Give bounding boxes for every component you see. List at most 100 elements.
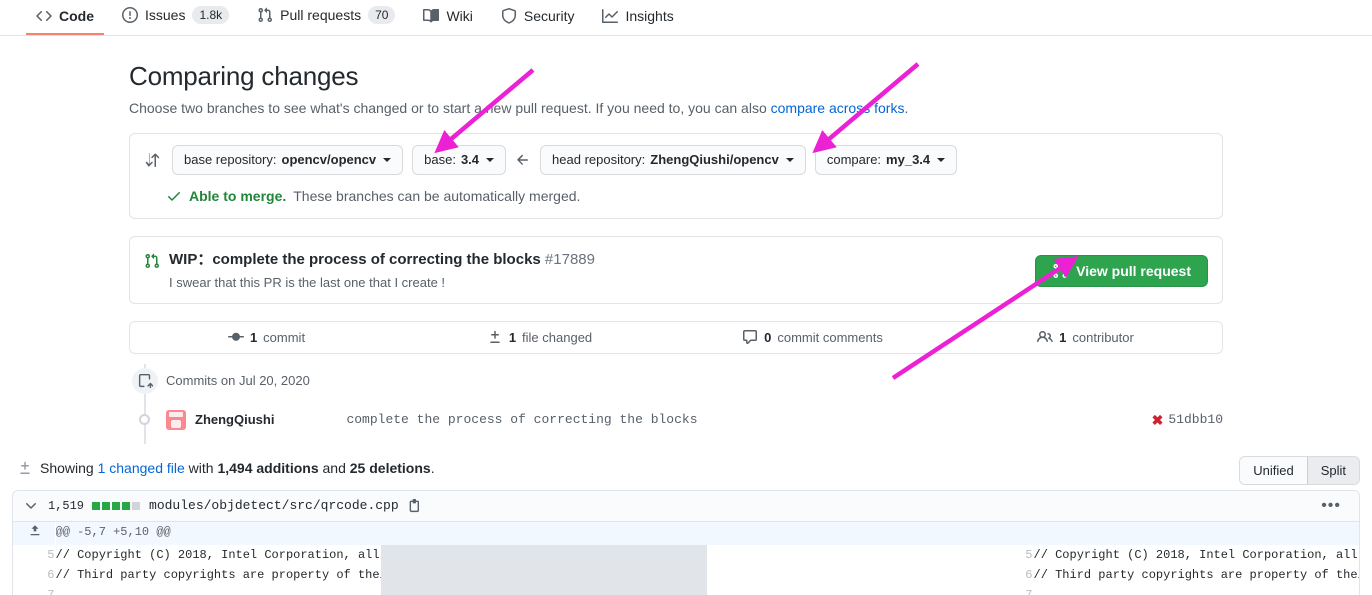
commit-message[interactable]: complete the process of correcting the b… [346,412,697,427]
code-right: // Third party copyrights are property o… [1033,567,1360,582]
git-pull-request-icon [144,253,160,269]
commits-timeline: Commits on Jul 20, 2020 ZhengQiushi comp… [129,363,1223,444]
view-pull-request-label: View pull request [1076,262,1191,279]
code-left: // Third party copyrights are property o… [55,567,382,582]
nav-tab-code[interactable]: Code [26,8,104,35]
line-number-right: 7 [707,584,1033,595]
hunk-expand-cell[interactable] [13,521,55,545]
nav-tab-issues-label: Issues [145,7,186,23]
stat-contributors-value: 1 [1059,329,1067,345]
merge-status-text: These branches can be automatically merg… [293,187,581,204]
chevron-down-icon [785,157,794,162]
nav-tab-pull-requests[interactable]: Pull requests 70 [247,6,405,35]
base-branch-select[interactable]: base: 3.4 [412,144,507,175]
stat-files-changed-label: file changed [522,329,593,345]
stat-commits[interactable]: 1 commit [130,322,403,353]
nav-tab-wiki[interactable]: Wiki [413,8,482,35]
diff-view-toggle: Unified Split [1239,455,1360,485]
code-right [1033,585,1359,595]
stat-commit-comments[interactable]: 0 commit comments [676,322,949,353]
compare-branch-label: compare: [826,151,882,167]
split-view-button[interactable]: Split [1306,456,1359,484]
file-path[interactable]: modules/objdetect/src/qrcode.cpp [149,498,399,513]
file-options-menu[interactable]: ••• [1313,497,1349,514]
arrow-left-icon [515,152,531,168]
git-pull-request-icon [257,7,273,23]
stat-files-changed[interactable]: 1 file changed [403,322,676,353]
branch-compare-box: base repository: opencv/opencv base: 3.4… [129,132,1223,219]
pull-request-title[interactable]: WIP：complete the process of correcting t… [169,251,541,268]
nav-tab-wiki-label: Wiki [446,8,473,24]
page-subtitle-text: Choose two branches to see what's change… [129,99,771,116]
head-repository-label: head repository: [552,151,646,167]
stat-commits-value: 1 [249,329,258,345]
expand-up-icon[interactable] [21,523,49,537]
nav-tab-issues[interactable]: Issues 1.8k [112,6,239,35]
compare-arrows-icon [144,152,160,168]
x-icon[interactable]: ✖ [1152,413,1164,427]
view-pull-request-button[interactable]: View pull request [1035,254,1208,287]
hunk-header: @@ -5,7 +5,10 @@ [55,521,1359,545]
check-icon [166,188,182,204]
copy-icon[interactable] [408,498,424,514]
merge-status-row: Able to merge. These branches can be aut… [130,186,1222,218]
chevron-down-icon [383,157,392,162]
stat-commit-comments-label: commit comments [777,329,883,345]
diff-file-header: 1,519 modules/objdetect/src/qrcode.cpp •… [13,490,1359,522]
commit-meta: ✖ 51dbb10 [1152,412,1223,427]
pull-request-description: I swear that this PR is the last one tha… [169,274,446,290]
people-icon [1037,329,1053,345]
compare-branch-select[interactable]: compare: my_3.4 [814,144,958,175]
line-number-right: 5 [707,544,1033,565]
stat-contributors-label: contributor [1072,329,1134,345]
nav-tab-security[interactable]: Security [491,8,585,35]
chevron-down-icon [486,157,495,162]
code-right: // Copyright (C) 2018, Intel Corporation… [1033,547,1358,562]
shield-icon [501,8,517,24]
base-branch-label: base: [424,151,456,167]
diff-summary-and: and [318,459,350,476]
stat-commits-label: commit [263,329,306,345]
pull-request-number[interactable]: #17889 [545,251,595,268]
diff-icon [487,329,503,345]
nav-tab-security-label: Security [523,8,575,24]
diff-summary-text: Showing 1 changed file with 1,494 additi… [40,460,435,476]
issue-opened-icon [122,7,138,23]
head-repository-select[interactable]: head repository: ZhengQiushi/opencv [540,144,806,175]
diffstat-block [112,501,121,510]
stat-contributors[interactable]: 1 contributor [949,322,1222,353]
diff-icon [17,460,33,476]
deletions-count: 25 deletions [349,459,431,476]
nav-tab-insights[interactable]: Insights [592,8,683,35]
diff-summary-row: Showing 1 changed file with 1,494 additi… [0,455,1372,485]
avatar[interactable] [166,409,186,430]
nav-tab-insights-label: Insights [625,8,674,24]
changed-files-link[interactable]: 1 changed file [98,460,185,476]
page-header: Comparing changes Choose two branches to… [0,36,1372,116]
code-icon [36,8,52,24]
line-number-left: 7 [13,584,55,595]
diffstat-block [132,501,141,510]
stat-commit-comments-value: 0 [764,329,772,345]
commit-author[interactable]: ZhengQiushi [195,412,274,427]
diff-table: @@ -5,7 +5,10 @@ 5 // Copyright (C) 2018… [13,521,1360,595]
pull-requests-count: 70 [368,6,396,24]
diff-summary-prefix: Showing [40,459,98,476]
diff-line-row: 5 // Copyright (C) 2018, Intel Corporati… [13,544,1359,565]
commit-push-icon [132,367,158,394]
diff-file: 1,519 modules/objdetect/src/qrcode.cpp •… [12,489,1360,595]
head-repository-value: ZhengQiushi/opencv [650,151,779,167]
unified-view-button[interactable]: Unified [1240,456,1307,484]
commits-date-row: Commits on Jul 20, 2020 [129,364,1223,398]
nav-tab-pull-requests-label: Pull requests [280,7,362,23]
code-left [55,585,381,595]
timeline-node [139,414,150,426]
chevron-down-icon[interactable] [23,498,39,514]
compare-across-forks-link[interactable]: compare across forks [771,100,905,116]
diff-summary-suffix: . [430,459,435,476]
base-repository-select[interactable]: base repository: opencv/opencv [172,144,404,175]
comparing-changes-page: Code Issues 1.8k Pull requests 70 Wiki S… [0,0,1372,595]
code-left: // Copyright (C) 2018, Intel Corporation… [55,547,380,562]
commit-sha[interactable]: 51dbb10 [1168,412,1223,427]
diffstat-block [122,501,131,510]
